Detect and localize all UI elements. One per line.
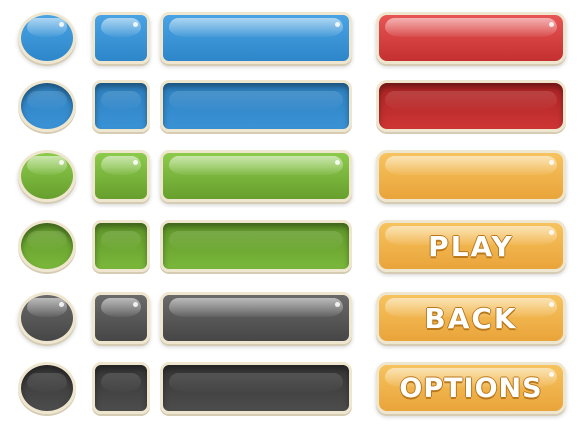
green-round-button[interactable] [18, 150, 76, 202]
green-round-button-pressed[interactable] [18, 220, 76, 272]
green-square-button[interactable] [92, 150, 150, 202]
gray-round-button-pressed[interactable] [18, 362, 76, 414]
blue-bar-button[interactable] [160, 12, 352, 64]
blue-round-button[interactable] [18, 12, 76, 64]
play-button-label: PLAY [428, 229, 514, 263]
green-square-button-pressed[interactable] [92, 220, 150, 272]
blue-button-row-normal [0, 12, 581, 68]
blue-button-row-pressed [0, 80, 581, 136]
red-wide-button-pressed[interactable] [376, 80, 566, 132]
blue-square-button-pressed[interactable] [92, 80, 150, 132]
gray-button-row-normal: BACK [0, 292, 581, 348]
blue-square-button[interactable] [92, 12, 150, 64]
gray-square-button-pressed[interactable] [92, 362, 150, 414]
green-button-row-pressed: PLAY [0, 220, 581, 276]
blue-bar-button-pressed[interactable] [160, 80, 352, 132]
red-wide-button[interactable] [376, 12, 566, 64]
blue-round-button-pressed[interactable] [18, 80, 76, 132]
play-button[interactable]: PLAY [376, 220, 566, 272]
gray-square-button[interactable] [92, 292, 150, 344]
gray-bar-button[interactable] [160, 292, 352, 344]
back-button-label: BACK [424, 301, 518, 335]
orange-wide-button[interactable] [376, 150, 566, 202]
gray-round-button[interactable] [18, 292, 76, 344]
gray-bar-button-pressed[interactable] [160, 362, 352, 414]
green-bar-button[interactable] [160, 150, 352, 202]
green-bar-button-pressed[interactable] [160, 220, 352, 272]
gray-button-row-pressed: OPTIONS [0, 362, 581, 418]
options-button[interactable]: OPTIONS [376, 362, 566, 414]
back-button[interactable]: BACK [376, 292, 566, 344]
options-button-label: OPTIONS [399, 372, 543, 404]
green-button-row-normal [0, 150, 581, 206]
